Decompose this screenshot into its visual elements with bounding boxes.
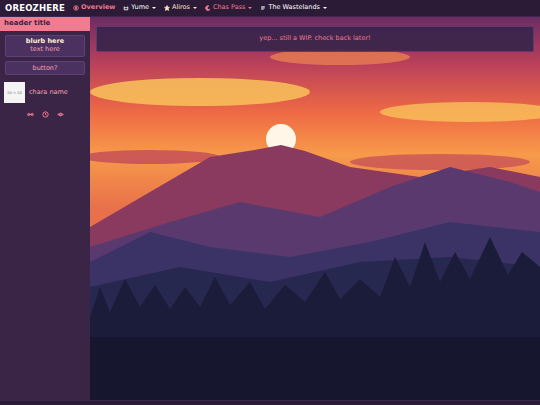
blurb-text: text here [8,46,82,54]
nav-item[interactable]: Overview [73,4,115,12]
sidebar: header title blurb heretext here button? 50… [0,17,90,400]
caret-icon[interactable] [248,7,252,9]
caret-icon[interactable] [193,7,197,9]
site-logo[interactable]: OREOZHERE [5,3,65,13]
chara-row[interactable]: 50 × 50 chara name [4,82,86,103]
clock-icon [42,111,49,118]
caret-icon[interactable] [323,7,327,9]
sunset-picture [90,17,540,400]
scroll-icon [260,5,266,11]
sidebar-button[interactable]: button? [5,61,85,76]
chara-link[interactable] [42,111,49,118]
nav-label[interactable]: Yume [131,4,149,12]
top-navbar: OREOZHERE Overview Yume Aliros Chas Pass The … [0,0,540,17]
chara-name[interactable]: chara name [29,89,68,97]
link-icon [27,111,34,118]
main-area: yep... still a WIP. check back later! [90,17,540,400]
nav-label[interactable]: Overview [81,4,115,12]
chara-avatar: 50 × 50 [4,82,25,103]
nav-item[interactable]: Chas Pass [205,4,252,12]
caret-icon[interactable] [152,7,156,9]
nav-item[interactable]: Yume [123,4,156,12]
nav-item[interactable]: The Wastelands [260,4,327,12]
compass-icon [73,5,79,11]
blurb-card: blurb heretext here [5,35,85,57]
chara-link[interactable] [57,111,64,118]
footer-strip [0,400,540,405]
sidebar-header: header title [0,17,90,31]
eye-icon [57,111,64,118]
nav-label[interactable]: Chas Pass [213,4,245,12]
nav-item[interactable]: Aliros [164,4,197,12]
nav-label[interactable]: The Wastelands [268,4,320,12]
star-icon [164,5,170,11]
wip-notice: yep... still a WIP. check back later! [96,26,534,52]
moon-icon [205,5,211,11]
blurb-title: blurb here [8,38,82,46]
cat-icon [123,5,129,11]
chara-link[interactable] [27,111,34,118]
chara-links [0,111,90,118]
nav-label[interactable]: Aliros [172,4,190,12]
